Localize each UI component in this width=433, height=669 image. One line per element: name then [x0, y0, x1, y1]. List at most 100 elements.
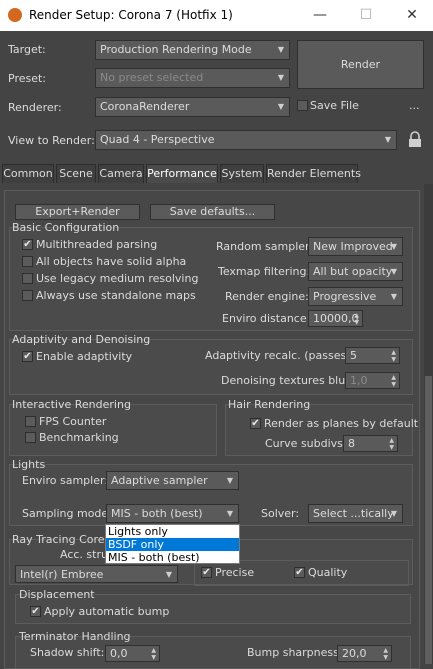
solid-alpha-label: All objects have solid alpha: [36, 255, 187, 268]
chevron-down-icon: ▼: [390, 509, 397, 518]
curve-subdivs-spinner[interactable]: 8 ▲ ▼: [343, 435, 398, 452]
enviro-distance-label: Enviro distance:: [222, 312, 311, 325]
chevron-down-icon: ▼: [226, 509, 233, 518]
legacy-medium-checkbox[interactable]: [22, 273, 33, 284]
enviro-sampler-dropdown[interactable]: Adaptive sampler ▼: [106, 471, 239, 490]
preset-dropdown[interactable]: No preset selected ▼: [95, 68, 290, 88]
spinner-arrows-icon: ▲ ▼: [354, 312, 359, 326]
export-render-button[interactable]: Export+Render: [15, 204, 140, 220]
save-file-checkbox[interactable]: [297, 100, 308, 111]
enable-adaptivity-label: Enable adaptivity: [36, 350, 133, 363]
quality-checkbox[interactable]: ✔: [294, 567, 305, 578]
hair-rendering-title: Hair Rendering: [228, 398, 311, 411]
render-as-planes-label: Render as planes by default: [264, 417, 419, 430]
view-to-render-dropdown[interactable]: Quad 4 - Perspective ▼: [95, 130, 397, 150]
save-file-label: Save File: [310, 99, 359, 112]
basic-configuration-title: Basic Configuration: [12, 221, 120, 234]
adaptivity-recalc-value: 5: [350, 349, 357, 362]
denoising-blur-value: 1,0: [350, 374, 368, 387]
close-button[interactable]: ✕: [392, 4, 432, 26]
title-bar: Render Setup: Corona 7 (Hotfix 1) — ☐ ✕: [0, 0, 433, 31]
solver-value: Select ...tically: [313, 507, 394, 520]
minimize-button[interactable]: —: [300, 4, 340, 26]
terminator-title: Terminator Handling: [19, 630, 131, 643]
spinner-arrows-icon: ▲ ▼: [383, 647, 388, 661]
maximize-button[interactable]: ☐: [346, 4, 386, 26]
target-dropdown[interactable]: Production Rendering Mode ▼: [95, 40, 290, 60]
target-value: Production Rendering Mode: [100, 43, 252, 56]
tab-scene[interactable]: Scene: [56, 164, 96, 183]
multithreaded-label: Multithreaded parsing: [36, 238, 158, 251]
curve-subdivs-label: Curve subdivs:: [265, 437, 347, 450]
spinner-arrows-icon: ▲ ▼: [391, 349, 396, 363]
fps-counter-checkbox[interactable]: [25, 416, 36, 427]
view-value: Quad 4 - Perspective: [100, 133, 215, 146]
solid-alpha-checkbox[interactable]: [22, 256, 33, 267]
enable-adaptivity-checkbox[interactable]: ✔: [22, 351, 33, 362]
solver-label: Solver:: [261, 507, 300, 520]
texmap-filtering-value: All but opacity: [313, 265, 393, 278]
legacy-medium-label: Use legacy medium resolving: [36, 272, 199, 285]
render-as-planes-checkbox[interactable]: ✔: [250, 418, 261, 429]
texmap-filtering-dropdown[interactable]: All but opacity ▼: [308, 262, 403, 281]
interactive-rendering-group: [9, 404, 217, 456]
multithreaded-checkbox[interactable]: ✔: [22, 239, 33, 250]
enviro-distance-value: 10000,0: [313, 312, 359, 325]
automatic-bump-checkbox[interactable]: ✔: [30, 606, 41, 617]
standalone-maps-checkbox[interactable]: [22, 290, 33, 301]
option-lights-only[interactable]: Lights only: [106, 525, 239, 538]
renderer-value: CoronaRenderer: [100, 100, 190, 113]
render-engine-dropdown[interactable]: Progressive ▼: [308, 287, 403, 306]
chevron-down-icon: ▼: [277, 73, 284, 82]
tab-performance[interactable]: Performance: [146, 164, 218, 183]
save-defaults-button[interactable]: Save defaults...: [150, 204, 275, 220]
spinner-arrows-icon: ▲ ▼: [151, 647, 156, 661]
denoising-blur-label: Denoising textures blur:: [221, 374, 354, 387]
displacement-title: Displacement: [19, 588, 95, 601]
enviro-distance-spinner[interactable]: 10000,0 ▲ ▼: [308, 310, 363, 327]
render-button[interactable]: Render: [297, 40, 424, 89]
preset-value: No preset selected: [100, 71, 204, 84]
option-bsdf-only[interactable]: BSDF only: [106, 538, 239, 551]
standalone-maps-label: Always use standalone maps: [36, 289, 196, 302]
target-label: Target:: [8, 43, 46, 56]
adaptivity-recalc-label: Adaptivity recalc. (passes):: [205, 349, 355, 362]
tab-camera[interactable]: Camera: [98, 164, 144, 183]
spinner-arrows-icon: ▲ ▼: [391, 374, 396, 388]
fps-counter-label: FPS Counter: [39, 415, 107, 428]
accel-structure-dropdown[interactable]: Intel(r) Embree ▼: [15, 565, 178, 583]
chevron-down-icon: ▼: [390, 292, 397, 301]
more-button[interactable]: ...: [409, 99, 420, 112]
random-sampler-dropdown[interactable]: New Improved ▼: [308, 237, 403, 256]
tab-common[interactable]: Common: [2, 164, 54, 183]
scrollbar-thumb[interactable]: [425, 376, 432, 664]
shadow-shift-spinner[interactable]: 0,0 ▲ ▼: [105, 645, 160, 662]
option-mis-both[interactable]: MIS - both (best): [106, 551, 239, 564]
bump-sharpness-spinner[interactable]: 20,0 ▲ ▼: [337, 645, 392, 662]
sampling-mode-dropdown[interactable]: MIS - both (best) ▼: [106, 504, 239, 523]
precise-checkbox[interactable]: ✔: [201, 567, 212, 578]
benchmarking-checkbox[interactable]: [25, 432, 36, 443]
render-engine-label: Render engine:: [225, 290, 309, 303]
chevron-down-icon: ▼: [226, 476, 233, 485]
preset-label: Preset:: [8, 72, 47, 85]
denoising-blur-spinner[interactable]: 1,0 ▲ ▼: [345, 372, 400, 389]
tab-render-elements[interactable]: Render Elements: [266, 164, 361, 183]
solver-dropdown[interactable]: Select ...tically ▼: [308, 504, 403, 523]
chevron-down-icon: ▼: [390, 242, 397, 251]
corona-app-icon: [8, 8, 22, 22]
accel-structure-value: Intel(r) Embree: [20, 568, 104, 581]
ray-tracing-title: Ray Tracing Core: [12, 533, 105, 546]
lock-icon[interactable]: [408, 131, 422, 148]
render-engine-value: Progressive: [313, 290, 377, 303]
tab-system[interactable]: System: [220, 164, 264, 183]
renderer-label: Renderer:: [8, 101, 62, 114]
precise-label: Precise: [215, 566, 255, 579]
adaptivity-recalc-spinner[interactable]: 5 ▲ ▼: [345, 347, 400, 364]
enviro-sampler-value: Adaptive sampler: [111, 474, 208, 487]
random-sampler-label: Random sampler:: [216, 240, 314, 253]
renderer-dropdown[interactable]: CoronaRenderer ▼: [95, 97, 290, 117]
quality-label: Quality: [308, 566, 348, 579]
shadow-shift-value: 0,0: [110, 647, 128, 660]
benchmarking-label: Benchmarking: [39, 431, 119, 444]
